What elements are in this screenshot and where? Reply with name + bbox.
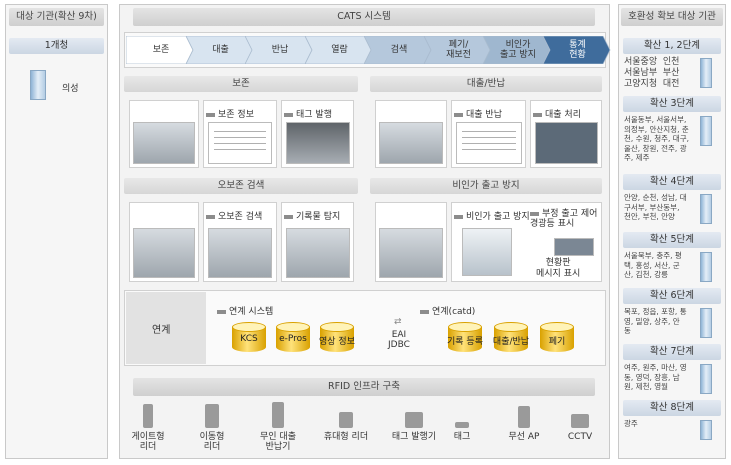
misplaced-search-photo — [208, 228, 272, 278]
status-board-screen — [554, 238, 594, 256]
rfid-device-icon-2 — [205, 404, 219, 428]
building-icon — [700, 308, 712, 338]
rfid-device-icon-5 — [405, 412, 423, 428]
middleware-label: EAI JDBC — [388, 330, 410, 350]
compat-step-3: 확산 4단계 — [623, 174, 721, 190]
lend-return-screen — [456, 122, 522, 164]
rfid-device-label-6: 태그 — [453, 432, 471, 442]
record-detect-photo — [286, 228, 350, 278]
compat-step-1: 확산 1, 2단계 — [623, 38, 721, 54]
lend-process-title: 대출 처리 — [533, 107, 581, 120]
integration-catd-title: 연계(catd) — [420, 304, 475, 317]
rfid-device-icon-7 — [518, 406, 530, 428]
misplaced-photo — [133, 228, 195, 278]
system-db-3-label: 영상 정보 — [319, 337, 355, 347]
lend-return-title: 대출 반납 — [454, 107, 502, 120]
section-title-lending: 대출/반납 — [370, 76, 602, 92]
compat-step-regions-2: 서울동부, 서울서부, 의정부, 안산지청, 춘 천, 수원, 청주, 대구, … — [624, 115, 689, 162]
building-icon — [700, 252, 712, 282]
building-icon — [30, 70, 46, 100]
rfid-device-icon-3 — [272, 402, 284, 428]
alert-light-title: 부정 출고 제어 경광등 표시 — [530, 209, 598, 229]
rfid-device-icon-8 — [571, 414, 589, 428]
section-title-misplaced: 오보존 검색 — [124, 178, 358, 194]
process-tab-4[interactable]: 열람 — [311, 36, 369, 64]
compat-step-5: 확산 6단계 — [623, 288, 721, 304]
misplaced-search-title: 오보존 검색 — [206, 209, 262, 222]
compat-step-4: 확산 5단계 — [623, 232, 721, 248]
rfid-device-icon-6 — [455, 422, 469, 428]
unauthorized-photo — [379, 228, 443, 278]
rfid-device-label-1: 게이트형 리더 — [131, 432, 165, 452]
compat-agency-title: 호환성 확보 대상 기관 — [621, 8, 723, 26]
integration-label: 연계 — [152, 325, 171, 336]
rfid-title: RFID 인프라 구축 — [133, 378, 595, 396]
system-db-3-icon: 영상 정보 — [319, 322, 355, 352]
catd-db-3-label: 폐기 — [548, 337, 566, 347]
process-tab-8[interactable]: 통계 현황 — [549, 36, 607, 64]
unauthorized-prevent-title: 비인가 출고 방지 — [454, 209, 530, 222]
rfid-device-label-3: 무인 대출 반납기 — [260, 432, 296, 452]
rfid-device-label-4: 휴대형 리더 — [323, 432, 369, 442]
system-db-2-icon: e-Pros — [276, 322, 310, 352]
compat-step-2: 확산 3단계 — [623, 96, 721, 112]
compat-step-regions-4: 서울북부, 충주, 평 택, 홍성, 서산, 군 산, 김천, 강릉 — [624, 251, 682, 279]
rfid-device-label-8: CCTV — [567, 432, 593, 442]
tag-issue-title: 태그 발행 — [284, 107, 332, 120]
record-detect-title: 기록물 탐지 — [284, 209, 340, 222]
compat-step-regions-3: 안양, 순천, 성남, 대 구서부, 부산동부, 천안, 부천, 안양 — [624, 193, 687, 221]
preservation-photo — [133, 122, 195, 164]
process-tab-1[interactable]: 보존 — [132, 36, 190, 64]
integration-systems-title: 연계 시스템 — [217, 304, 273, 317]
rfid-device-icon-1 — [143, 404, 153, 428]
compat-step-7: 확산 8단계 — [623, 400, 721, 416]
compat-step-regions-7: 광주 — [624, 419, 638, 428]
compat-step-regions-5: 목포, 정읍, 포항, 통 영, 밀양, 상주, 안 동 — [624, 307, 687, 335]
compat-step-regions-1: 서울중앙 인천 서울남부 부산 고양지청 대전 — [624, 57, 680, 89]
catd-db-1-icon: 기록 등록 — [447, 322, 483, 352]
system-db-1-icon: KCS — [232, 322, 266, 352]
compat-step-regions-6: 여주, 원주, 마산, 영 동, 영덕, 장흥, 남 원, 제천, 영월 — [624, 363, 687, 391]
building-icon — [700, 194, 712, 224]
building-icon — [700, 420, 712, 440]
process-tab-5[interactable]: 검색 — [370, 36, 428, 64]
rfid-device-label-7: 무선 AP — [508, 432, 540, 442]
preservation-info-screen — [208, 122, 272, 164]
section-title-preservation: 보존 — [124, 76, 358, 92]
lend-process-screen — [535, 122, 598, 164]
status-board-title: 현황판 메시지 표시 — [536, 258, 581, 279]
target-agency-panel — [5, 4, 108, 459]
compat-step-6: 확산 7단계 — [623, 344, 721, 360]
lending-photo — [379, 122, 443, 164]
unauthorized-prevent-photo — [462, 228, 512, 276]
rfid-device-label-2: 이동형 리더 — [199, 432, 225, 452]
section-title-unauthorized: 비인가 출고 방지 — [370, 178, 602, 194]
process-tab-6[interactable]: 폐기/ 재보전 — [430, 36, 488, 64]
middleware-arrow-icon: ⇄ — [394, 317, 402, 327]
building-icon — [700, 116, 712, 146]
process-tab-7[interactable]: 비인가 출고 방지 — [489, 36, 547, 64]
preservation-info-title: 보존 정보 — [206, 107, 254, 120]
process-tab-2[interactable]: 대출 — [192, 36, 250, 64]
catd-db-3-icon: 폐기 — [540, 322, 574, 352]
process-tab-3[interactable]: 반납 — [251, 36, 309, 64]
catd-db-2-icon: 대출/반납 — [493, 322, 529, 352]
rfid-device-icon-4 — [339, 412, 353, 428]
agency-name: 의성 — [62, 84, 79, 94]
cats-system-title: CATS 시스템 — [133, 8, 595, 26]
building-icon — [700, 58, 712, 88]
tag-issue-photo — [286, 122, 350, 164]
target-agency-title: 대상 기관(확산 9차) — [9, 8, 104, 26]
left-stage-label: 1개청 — [9, 38, 104, 54]
building-icon — [700, 364, 712, 394]
